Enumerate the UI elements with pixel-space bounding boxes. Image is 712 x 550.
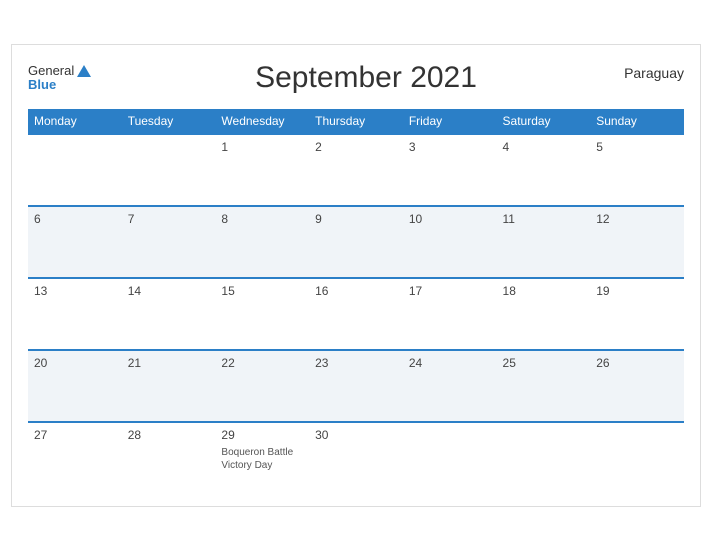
calendar-thead: MondayTuesdayWednesdayThursdayFridaySatu…: [28, 109, 684, 134]
calendar-title: September 2021: [108, 61, 624, 95]
calendar-day-cell: [28, 134, 122, 206]
day-number: 29: [221, 428, 303, 442]
calendar-week-row: 12345: [28, 134, 684, 206]
calendar-day-cell: 26: [590, 350, 684, 422]
calendar-header: General Blue September 2021 Paraguay: [28, 61, 684, 95]
day-number: 2: [315, 140, 397, 154]
calendar-container: General Blue September 2021 Paraguay Mon…: [11, 44, 701, 507]
day-number: 19: [596, 284, 678, 298]
weekday-header-cell: Friday: [403, 109, 497, 134]
calendar-day-cell: 18: [497, 278, 591, 350]
day-number: 4: [503, 140, 585, 154]
day-number: 28: [128, 428, 210, 442]
calendar-day-cell: 20: [28, 350, 122, 422]
calendar-day-cell: 1: [215, 134, 309, 206]
day-number: 18: [503, 284, 585, 298]
day-number: 25: [503, 356, 585, 370]
calendar-day-cell: 6: [28, 206, 122, 278]
day-number: 12: [596, 212, 678, 226]
weekday-header-row: MondayTuesdayWednesdayThursdayFridaySatu…: [28, 109, 684, 134]
calendar-day-cell: 30: [309, 422, 403, 494]
calendar-day-cell: 3: [403, 134, 497, 206]
logo-blue-label: Blue: [28, 77, 56, 92]
calendar-day-cell: 12: [590, 206, 684, 278]
calendar-week-row: 20 21 22 23 24 25 26: [28, 350, 684, 422]
calendar-day-cell: 24: [403, 350, 497, 422]
day-number: 17: [409, 284, 491, 298]
day-number: 23: [315, 356, 397, 370]
calendar-day-cell: 27: [28, 422, 122, 494]
calendar-day-cell: 5: [590, 134, 684, 206]
calendar-day-cell: 21: [122, 350, 216, 422]
weekday-header-cell: Thursday: [309, 109, 403, 134]
day-number: 9: [315, 212, 397, 226]
day-number: 7: [128, 212, 210, 226]
day-number: 14: [128, 284, 210, 298]
day-number: 21: [128, 356, 210, 370]
day-number: 22: [221, 356, 303, 370]
calendar-day-cell: 10: [403, 206, 497, 278]
calendar-day-cell: 13: [28, 278, 122, 350]
day-number: 30: [315, 428, 397, 442]
calendar-day-cell: [403, 422, 497, 494]
day-number: 13: [34, 284, 116, 298]
calendar-week-row: 27 28 29 Boqueron Battle Victory Day 30: [28, 422, 684, 494]
calendar-day-cell: 11: [497, 206, 591, 278]
weekday-header-cell: Wednesday: [215, 109, 309, 134]
calendar-day-cell: 28: [122, 422, 216, 494]
calendar-day-cell: 2: [309, 134, 403, 206]
calendar-day-cell: 7: [122, 206, 216, 278]
calendar-day-cell: 15: [215, 278, 309, 350]
calendar-day-cell: 22: [215, 350, 309, 422]
calendar-day-cell: 17: [403, 278, 497, 350]
calendar-week-row: 13 14 15 16 17 18 19: [28, 278, 684, 350]
calendar-week-row: 6789 10 11 12: [28, 206, 684, 278]
logo-area: General Blue: [28, 63, 108, 92]
calendar-day-cell: 9: [309, 206, 403, 278]
logo-triangle-icon: [76, 64, 92, 78]
calendar-day-cell: 19: [590, 278, 684, 350]
day-number: 11: [503, 212, 585, 226]
day-number: 24: [409, 356, 491, 370]
calendar-day-cell: [590, 422, 684, 494]
calendar-day-cell: 29 Boqueron Battle Victory Day: [215, 422, 309, 494]
day-number: 3: [409, 140, 491, 154]
day-number: 27: [34, 428, 116, 442]
calendar-day-cell: 14: [122, 278, 216, 350]
weekday-header-cell: Monday: [28, 109, 122, 134]
day-number: 20: [34, 356, 116, 370]
calendar-day-cell: [497, 422, 591, 494]
calendar-day-cell: 23: [309, 350, 403, 422]
day-number: 26: [596, 356, 678, 370]
calendar-table: MondayTuesdayWednesdayThursdayFridaySatu…: [28, 109, 684, 494]
country-name: Paraguay: [624, 61, 684, 81]
day-number: 5: [596, 140, 678, 154]
day-number: 16: [315, 284, 397, 298]
calendar-day-cell: 16: [309, 278, 403, 350]
logo-general-label: General: [28, 63, 74, 78]
holiday-name: Boqueron Battle Victory Day: [221, 446, 303, 472]
calendar-day-cell: 4: [497, 134, 591, 206]
day-number: 6: [34, 212, 116, 226]
calendar-day-cell: [122, 134, 216, 206]
day-number: 8: [221, 212, 303, 226]
weekday-header-cell: Sunday: [590, 109, 684, 134]
calendar-tbody: 1234567891011121314151617181920212223242…: [28, 134, 684, 494]
calendar-day-cell: 8: [215, 206, 309, 278]
day-number: 15: [221, 284, 303, 298]
weekday-header-cell: Tuesday: [122, 109, 216, 134]
day-number: 10: [409, 212, 491, 226]
day-number: 1: [221, 140, 303, 154]
weekday-header-cell: Saturday: [497, 109, 591, 134]
calendar-day-cell: 25: [497, 350, 591, 422]
